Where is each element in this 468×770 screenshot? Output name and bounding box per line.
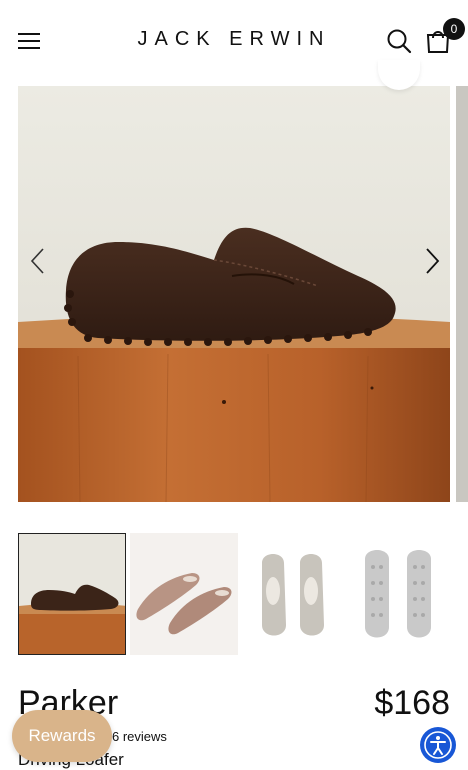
accessibility-icon (424, 731, 452, 759)
product-image-main[interactable] (18, 86, 450, 502)
thumbnail-2[interactable] (130, 533, 238, 655)
cart-count-badge: 0 (443, 18, 465, 40)
thumbnail-3[interactable] (240, 533, 348, 655)
next-slide-preview (456, 86, 468, 502)
thumbnail-4[interactable] (345, 533, 453, 655)
search-icon[interactable] (386, 28, 412, 54)
rewards-button[interactable]: Rewards (12, 710, 112, 762)
thumbnail-1[interactable] (18, 533, 126, 655)
chevron-right-icon[interactable] (422, 246, 442, 276)
accessibility-button[interactable] (420, 727, 456, 763)
chevron-left-icon[interactable] (28, 246, 48, 276)
product-price: $168 (374, 684, 450, 722)
reviews-link[interactable]: 6 reviews (112, 729, 167, 744)
